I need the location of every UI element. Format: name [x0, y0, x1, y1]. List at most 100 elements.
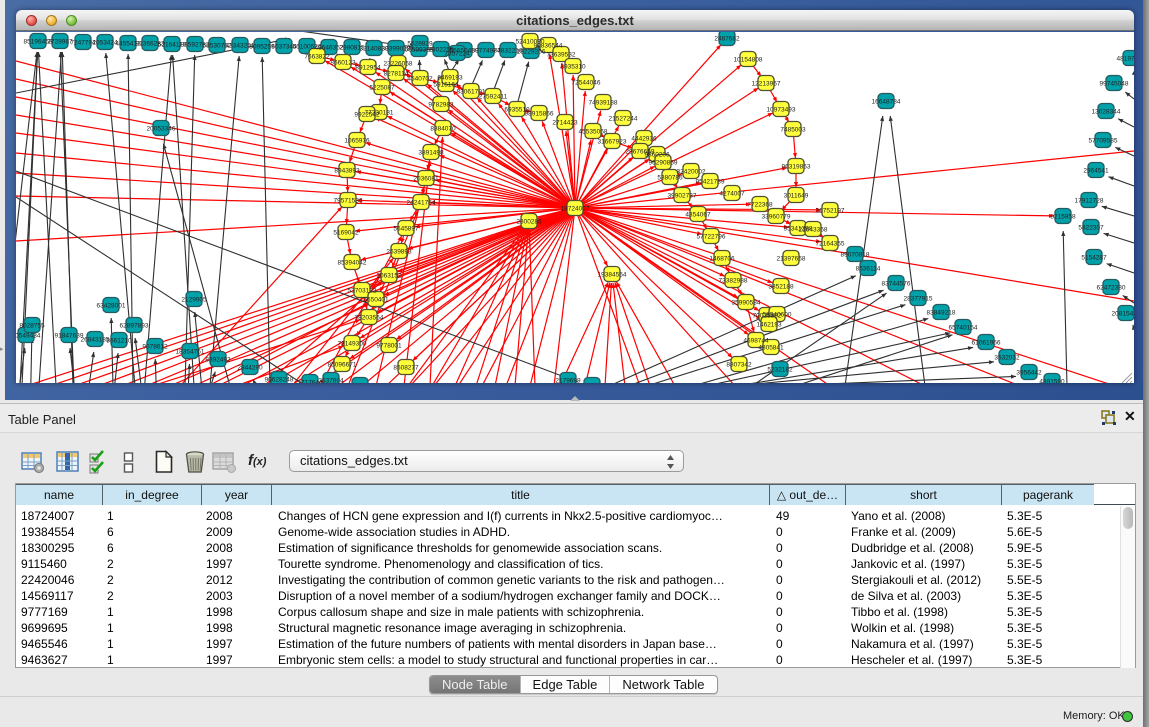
svg-text:19384554: 19384554 [598, 272, 627, 279]
svg-text:3011649: 3011649 [784, 193, 809, 200]
svg-text:79571586: 79571586 [334, 198, 363, 205]
svg-text:8392492: 8392492 [205, 357, 231, 364]
svg-text:4354067: 4354067 [685, 212, 711, 219]
svg-text:83744576: 83744576 [882, 281, 911, 288]
svg-text:28377915: 28377915 [904, 296, 933, 303]
svg-text:90628248: 90628248 [265, 377, 294, 384]
svg-text:23226058: 23226058 [384, 61, 413, 68]
svg-text:8028755: 8028755 [19, 323, 45, 330]
svg-text:8508277: 8508277 [393, 365, 419, 372]
svg-text:39902737: 39902737 [668, 193, 697, 200]
svg-text:7663822: 7663822 [304, 54, 330, 61]
svg-text:20053346: 20053346 [147, 126, 176, 133]
svg-text:5169042: 5169042 [333, 230, 359, 237]
svg-text:95421789: 95421789 [696, 179, 725, 186]
svg-text:7100362: 7100362 [347, 383, 373, 384]
svg-text:10154808: 10154808 [734, 57, 763, 64]
svg-text:7312081: 7312081 [579, 383, 605, 384]
svg-text:18354761: 18354761 [176, 349, 205, 356]
svg-text:8536114: 8536114 [856, 266, 881, 273]
svg-text:9778001: 9778001 [376, 343, 402, 350]
svg-text:1468706: 1468706 [709, 256, 735, 263]
svg-text:72164355: 72164355 [816, 241, 845, 248]
svg-text:5380786: 5380786 [657, 175, 683, 182]
svg-text:9078612: 9078612 [142, 344, 168, 351]
svg-text:7722368: 7722368 [747, 202, 773, 209]
svg-text:3852188: 3852188 [768, 284, 794, 291]
svg-text:83849218: 83849218 [927, 310, 956, 317]
svg-text:5225087: 5225087 [369, 85, 395, 92]
svg-text:98915866: 98915866 [525, 111, 554, 118]
svg-text:21643368: 21643368 [799, 227, 828, 234]
svg-text:5528829: 5528829 [407, 41, 433, 48]
svg-text:5915164: 5915164 [433, 82, 459, 89]
svg-text:10973493: 10973493 [767, 107, 796, 114]
svg-text:8661210: 8661210 [106, 338, 132, 345]
svg-text:21397668: 21397668 [777, 256, 806, 263]
svg-text:8215958: 8215958 [1050, 214, 1076, 221]
svg-text:4891590: 4891590 [1039, 379, 1065, 384]
svg-text:2300285: 2300285 [516, 219, 542, 226]
svg-text:8943893: 8943893 [334, 168, 360, 175]
svg-text:52410090: 52410090 [516, 39, 545, 46]
svg-text:73382988: 73382988 [719, 278, 748, 285]
svg-text:5232182: 5232182 [767, 367, 793, 374]
svg-text:24241764: 24241764 [407, 200, 436, 207]
svg-text:8660123: 8660123 [330, 60, 356, 67]
svg-text:57709585: 57709585 [1089, 138, 1118, 145]
svg-text:2714423: 2714423 [552, 120, 578, 127]
svg-text:2487682: 2487682 [714, 36, 740, 43]
svg-text:3537804: 3537804 [318, 378, 344, 384]
svg-text:35990584: 35990584 [732, 300, 761, 307]
svg-text:62897893: 62897893 [120, 323, 149, 330]
svg-text:12213967: 12213967 [752, 81, 781, 88]
svg-text:63428001: 63428001 [97, 303, 126, 310]
svg-text:27592411: 27592411 [479, 94, 508, 101]
svg-text:62472380: 62472380 [1097, 285, 1126, 292]
svg-text:74939188: 74939188 [589, 100, 618, 107]
svg-text:8912954: 8912954 [355, 65, 381, 72]
svg-text:2964541: 2964541 [1083, 168, 1109, 175]
svg-text:3891498: 3891498 [418, 150, 444, 157]
svg-text:96290869: 96290869 [649, 160, 678, 167]
svg-text:91847639: 91847639 [55, 333, 84, 340]
svg-text:73639532: 73639532 [547, 52, 576, 59]
svg-text:2639893: 2639893 [386, 249, 412, 256]
svg-text:61061966: 61061966 [972, 340, 1001, 347]
svg-text:2179699: 2179699 [555, 378, 581, 384]
svg-text:31667923: 31667923 [598, 139, 627, 146]
svg-text:58940600: 58940600 [763, 312, 792, 319]
svg-text:78203564: 78203564 [355, 315, 384, 322]
svg-text:2063152: 2063152 [376, 273, 402, 280]
svg-text:8278114: 8278114 [384, 71, 409, 78]
svg-text:20815439: 20815439 [1112, 311, 1134, 318]
svg-text:2036081: 2036081 [413, 176, 439, 183]
svg-text:18724007: 18724007 [561, 206, 590, 213]
svg-text:65740154: 65740154 [949, 325, 978, 332]
svg-text:96319863: 96319863 [782, 164, 811, 171]
svg-text:3532032: 3532032 [994, 355, 1020, 362]
svg-text:45535068: 45535068 [579, 129, 608, 136]
svg-text:89070818: 89070818 [841, 252, 870, 259]
svg-text:1065976: 1065976 [344, 138, 370, 145]
svg-text:10549434: 10549434 [16, 333, 41, 340]
svg-text:16648784: 16648784 [872, 99, 901, 106]
svg-text:85096671: 85096671 [328, 362, 357, 369]
svg-text:36752197: 36752197 [816, 208, 845, 215]
svg-text:85394042: 85394042 [338, 260, 367, 267]
svg-text:5822307: 5822307 [1078, 225, 1104, 232]
svg-text:33960779: 33960779 [762, 214, 791, 221]
svg-text:17912728: 17912728 [1075, 198, 1104, 205]
svg-text:5154287: 5154287 [1081, 255, 1107, 262]
svg-text:13028344: 13028344 [1092, 109, 1121, 116]
svg-text:4805841: 4805841 [758, 345, 784, 352]
svg-text:5645897: 5645897 [393, 226, 419, 233]
svg-text:4540702: 4540702 [407, 76, 433, 83]
svg-text:9922542: 9922542 [354, 112, 380, 119]
svg-text:2129905: 2129905 [181, 297, 207, 304]
svg-text:99745048: 99745048 [1100, 81, 1129, 88]
svg-text:78149300: 78149300 [338, 341, 367, 348]
svg-text:2053424: 2053424 [92, 40, 118, 47]
svg-text:6469193: 6469193 [437, 75, 463, 82]
svg-text:4698744: 4698744 [743, 338, 769, 345]
